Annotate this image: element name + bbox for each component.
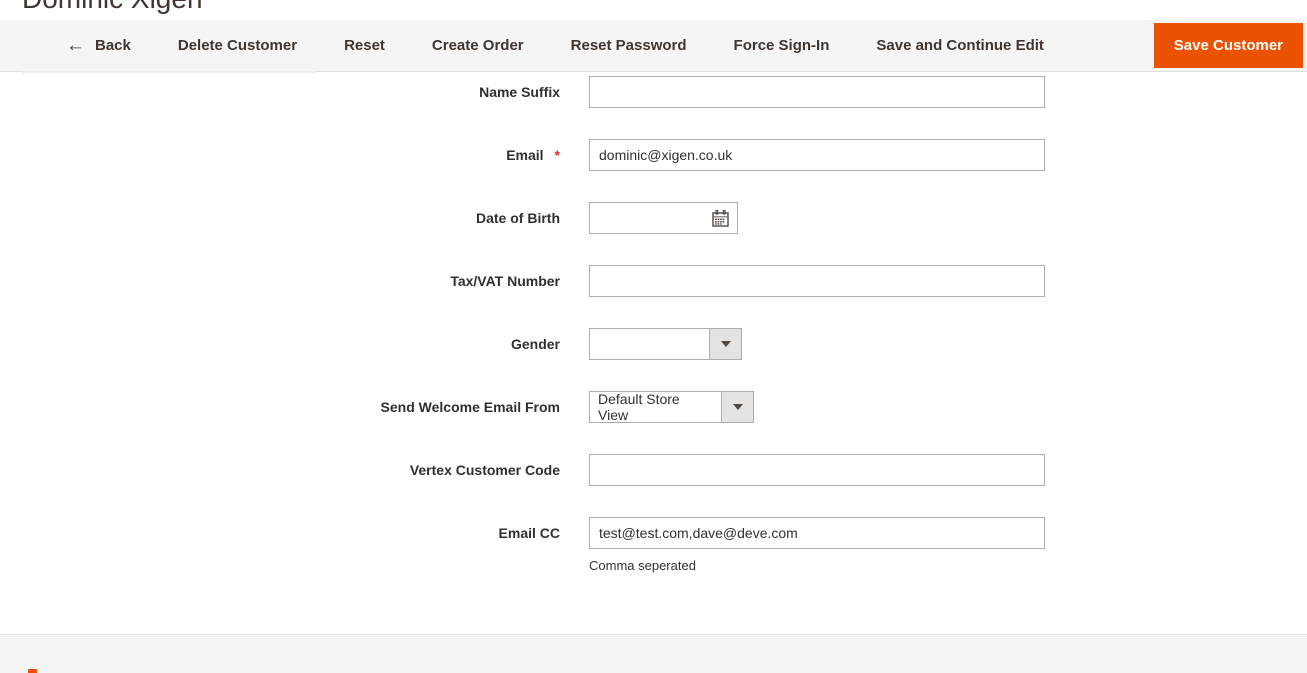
save-and-continue-edit-button[interactable]: Save and Continue Edit: [876, 36, 1044, 56]
tax-vat-number-input[interactable]: [589, 265, 1045, 297]
email-cc-note: Comma seperated: [589, 558, 696, 573]
page-actions-toolbar: ← Back Delete Customer Reset Create Orde…: [0, 20, 1307, 72]
tax-vat-number-label: Tax/VAT Number: [450, 273, 560, 289]
email-cc-input[interactable]: [589, 517, 1045, 549]
date-of-birth-wrapper: [589, 202, 738, 234]
name-suffix-input[interactable]: [589, 76, 1045, 108]
send-welcome-email-from-label: Send Welcome Email From: [380, 399, 560, 415]
email-required-marker: *: [554, 147, 560, 163]
calendar-icon: [711, 209, 729, 227]
date-of-birth-label: Date of Birth: [476, 210, 560, 226]
calendar-picker-button[interactable]: [704, 203, 736, 233]
arrow-left-icon: ←: [66, 35, 85, 56]
name-suffix-label: Name Suffix: [479, 84, 560, 100]
delete-customer-button[interactable]: Delete Customer: [178, 36, 297, 56]
field-row-name-suffix: Name Suffix: [0, 76, 1307, 108]
gender-selected-value: [590, 329, 709, 359]
create-order-button[interactable]: Create Order: [432, 36, 524, 56]
vertex-customer-code-input[interactable]: [589, 454, 1045, 486]
field-row-send-welcome-email-from: Send Welcome Email From Default Store Vi…: [0, 391, 1307, 423]
email-label: Email *: [0, 139, 560, 171]
email-cc-control: Comma seperated: [589, 517, 1045, 574]
customer-edit-page: Dominic Xigen ← Back Delete Customer Res…: [0, 0, 1307, 673]
send-welcome-email-from-control: Default Store View: [589, 391, 754, 423]
vertex-customer-code-label: Vertex Customer Code: [409, 462, 560, 478]
field-row-email: Email *: [0, 139, 1307, 171]
reset-button[interactable]: Reset: [344, 36, 385, 56]
gender-select-toggle[interactable]: [709, 329, 741, 359]
footer-section: [0, 635, 1307, 673]
gender-select[interactable]: [589, 328, 742, 360]
email-label-text: Email: [506, 147, 544, 163]
email-cc-label: Email CC: [498, 525, 560, 541]
send-welcome-email-from-select[interactable]: Default Store View: [589, 391, 754, 423]
date-of-birth-control: [589, 202, 738, 234]
vertex-customer-code-control: [589, 454, 1045, 486]
reset-password-button[interactable]: Reset Password: [571, 36, 687, 56]
toolbar-items: ← Back Delete Customer Reset Create Orde…: [0, 20, 1307, 72]
email-control: [589, 139, 1045, 171]
date-of-birth-input[interactable]: [590, 203, 704, 233]
back-button-label: Back: [95, 36, 131, 54]
force-sign-in-button[interactable]: Force Sign-In: [734, 36, 830, 56]
page-title: Dominic Xigen: [22, 0, 203, 16]
customer-form: Name Suffix Email * Date of Birth: [0, 73, 1307, 635]
field-row-gender: Gender: [0, 328, 1307, 360]
save-customer-button[interactable]: Save Customer: [1153, 23, 1303, 68]
back-button[interactable]: ← Back: [66, 36, 131, 56]
field-row-email-cc: Email CC Comma seperated: [0, 517, 1307, 574]
send-welcome-email-from-selected-value: Default Store View: [590, 391, 721, 423]
send-welcome-email-from-select-toggle[interactable]: [721, 392, 753, 422]
gender-label: Gender: [510, 336, 560, 352]
field-row-vertex-customer-code: Vertex Customer Code: [0, 454, 1307, 486]
field-row-tax-vat-number: Tax/VAT Number: [0, 265, 1307, 297]
name-suffix-control: [589, 76, 1045, 108]
chevron-down-icon: [720, 341, 731, 347]
field-row-date-of-birth: Date of Birth: [0, 202, 1307, 234]
tax-vat-number-control: [589, 265, 1045, 297]
collapsible-section-icon: [28, 669, 37, 673]
email-input[interactable]: [589, 139, 1045, 171]
chevron-down-icon: [732, 404, 743, 410]
gender-control: [589, 328, 742, 360]
